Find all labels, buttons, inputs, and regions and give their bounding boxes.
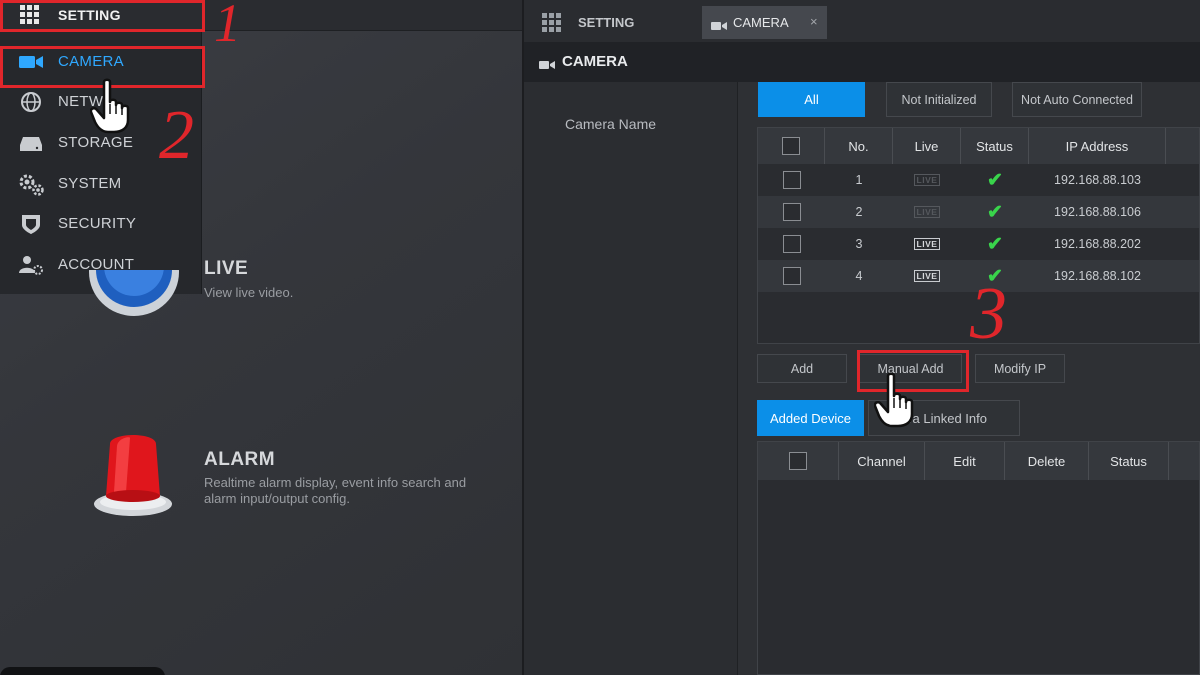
live-badge[interactable]: LIVE	[913, 270, 941, 282]
row-checkbox[interactable]	[782, 171, 801, 189]
side-nav: Camera Name	[524, 82, 738, 675]
col-status: Status	[961, 128, 1029, 164]
added-device-tab[interactable]: Added Device	[757, 400, 864, 436]
row-checkbox[interactable]	[782, 203, 801, 221]
tab-setting-label: SETTING	[578, 15, 635, 30]
row-number: 4	[855, 269, 863, 283]
select-all-checkbox[interactable]	[782, 137, 800, 155]
row-ip-address: 192.168.88.103	[1054, 173, 1141, 187]
col-channel: Channel	[839, 442, 925, 480]
col-delete: Delete	[1005, 442, 1089, 480]
col-live: Live	[893, 128, 961, 164]
table-row[interactable]: 3 LIVE ✔ 192.168.88.202	[758, 228, 1199, 260]
row-checkbox[interactable]	[782, 267, 801, 285]
tab-bar: SETTING CAMERA ×	[524, 0, 1200, 42]
row-select-cell	[758, 260, 825, 292]
live-badge[interactable]: LIVE	[913, 238, 941, 250]
col-edit: Edit	[925, 442, 1005, 480]
row-ip-address: 192.168.88.202	[1054, 237, 1141, 251]
row-select-cell	[758, 196, 825, 228]
row-number: 1	[855, 173, 863, 187]
status-check-icon: ✔	[987, 201, 1003, 223]
add-button[interactable]: Add	[757, 354, 847, 383]
pointer-hand-icon	[89, 78, 136, 139]
menu-label-system: SYSTEM	[58, 175, 122, 192]
tab-camera-label: CAMERA	[733, 15, 789, 30]
close-tab-icon[interactable]: ×	[810, 14, 818, 29]
added-select-all-cell	[758, 442, 839, 480]
pointer-hand-icon	[873, 372, 920, 433]
alarm-title[interactable]: ALARM	[204, 449, 275, 471]
filter-all-button[interactable]: All	[758, 82, 865, 117]
added-device-table: Channel Edit Delete Status	[757, 441, 1200, 675]
storage-icon	[18, 132, 44, 154]
network-icon	[18, 91, 44, 113]
status-check-icon: ✔	[987, 169, 1003, 191]
row-status-cell: ✔	[961, 196, 1029, 228]
row-ip-address: 192.168.88.106	[1054, 205, 1141, 219]
menu-label-security: SECURITY	[58, 215, 137, 232]
step-number-2: 2	[159, 97, 194, 174]
row-status-cell: ✔	[961, 164, 1029, 196]
alarm-icon	[92, 430, 174, 520]
row-status-cell: ✔	[961, 228, 1029, 260]
bottom-bar	[0, 667, 165, 675]
row-live-cell: LIVE	[893, 260, 961, 292]
select-all-cell	[758, 128, 825, 164]
table-header: No. Live Status IP Address	[758, 128, 1199, 164]
menu-item-security[interactable]: SECURITY	[0, 204, 202, 244]
gears-icon	[18, 173, 44, 196]
user-gear-icon	[18, 254, 44, 276]
page-header: CAMERA	[524, 42, 1200, 82]
highlight-setting	[0, 0, 205, 32]
row-checkbox[interactable]	[782, 235, 801, 253]
live-description: View live video.	[204, 285, 294, 300]
table-row[interactable]: 2 LIVE ✔ 192.168.88.106	[758, 196, 1199, 228]
tab-setting[interactable]: SETTING	[524, 6, 696, 39]
row-ip-address: 192.168.88.102	[1054, 269, 1141, 283]
live-title[interactable]: LIVE	[204, 258, 248, 280]
step-number-3: 3	[970, 273, 1007, 355]
col-added-status: Status	[1089, 442, 1169, 480]
live-icon	[88, 270, 180, 322]
modify-ip-button[interactable]: Modify IP	[975, 354, 1065, 383]
alarm-description-line1: Realtime alarm display, event info searc…	[204, 475, 467, 490]
live-badge[interactable]: LIVE	[913, 206, 941, 218]
col-no: No.	[825, 128, 893, 164]
camera-config-screen: SETTING CAMERA × CAMERA Camera Name All …	[524, 0, 1200, 675]
row-number: 3	[855, 237, 863, 251]
filter-not-auto-connected-button[interactable]: Not Auto Connected	[1012, 82, 1142, 117]
row-live-cell: LIVE	[893, 164, 961, 196]
row-number: 2	[855, 205, 863, 219]
tab-camera[interactable]: CAMERA ×	[702, 6, 827, 39]
settings-menu-screen: SETTING CAMERA NETW STORAGE SYSTEM SECUR…	[0, 0, 522, 675]
added-select-all-checkbox[interactable]	[789, 452, 807, 470]
live-badge[interactable]: LIVE	[913, 174, 941, 186]
camera-icon	[711, 18, 727, 36]
table-row[interactable]: 1 LIVE ✔ 192.168.88.103	[758, 164, 1199, 196]
grid-icon	[542, 13, 561, 32]
camera-icon	[539, 57, 555, 75]
row-live-cell: LIVE	[893, 196, 961, 228]
row-select-cell	[758, 164, 825, 196]
step-number-1: 1	[214, 0, 241, 53]
added-table-header: Channel Edit Delete Status	[758, 442, 1199, 480]
shield-icon	[18, 213, 44, 235]
page-title: CAMERA	[562, 53, 628, 70]
col-ip-address: IP Address	[1029, 128, 1166, 164]
status-check-icon: ✔	[987, 233, 1003, 255]
filter-not-initialized-button[interactable]: Not Initialized	[886, 82, 992, 117]
row-live-cell: LIVE	[893, 228, 961, 260]
row-select-cell	[758, 228, 825, 260]
alarm-description-line2: alarm input/output config.	[204, 491, 350, 506]
side-nav-camera-name[interactable]: Camera Name	[565, 116, 656, 132]
